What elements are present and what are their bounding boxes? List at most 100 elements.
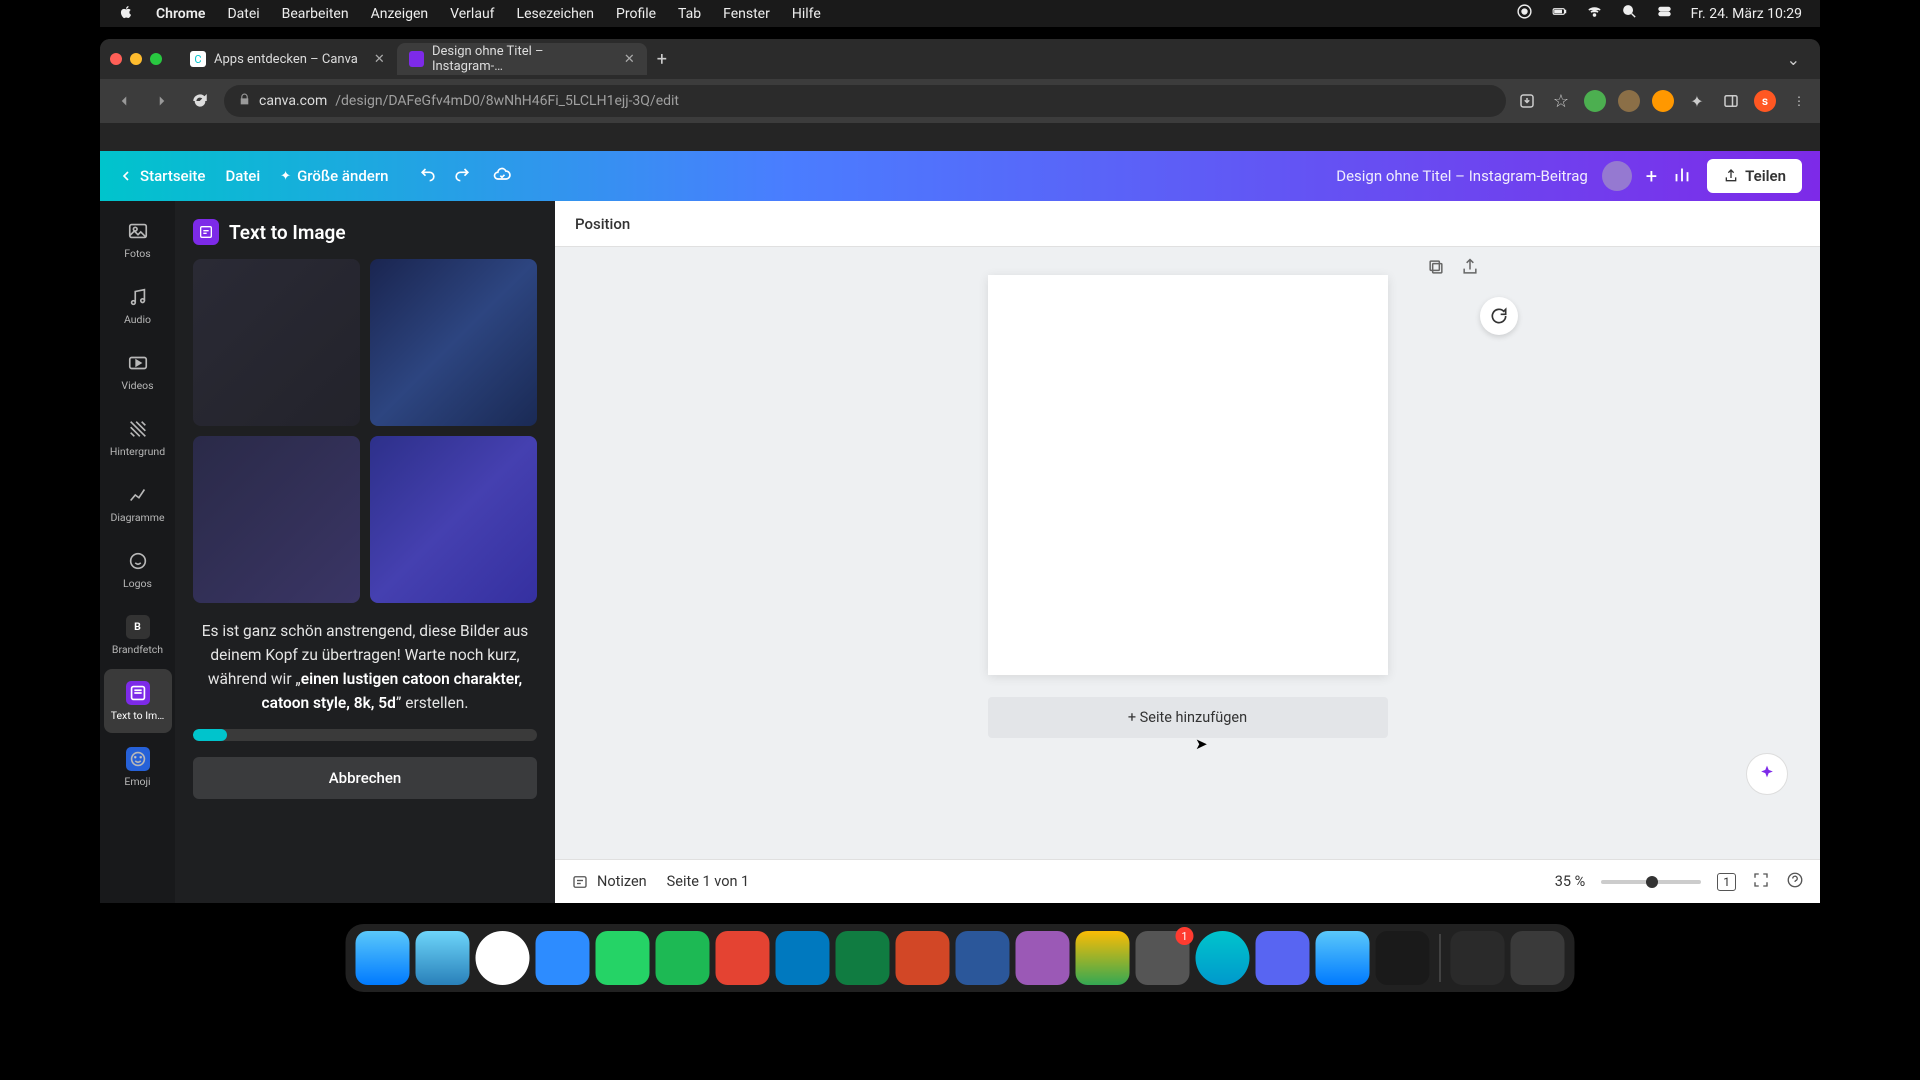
page-indicator[interactable]: Seite 1 von 1 xyxy=(667,873,750,890)
design-title[interactable]: Design ohne Titel – Instagram-Beitrag xyxy=(1336,167,1588,185)
forward-button[interactable] xyxy=(148,87,176,115)
spotlight-icon[interactable] xyxy=(1621,3,1638,24)
generated-image-placeholder[interactable] xyxy=(370,436,537,603)
notes-button[interactable]: Notizen xyxy=(571,873,647,891)
generated-image-placeholder[interactable] xyxy=(193,436,360,603)
resize-button[interactable]: ✦Größe ändern xyxy=(280,167,388,185)
sidepanel-icon[interactable] xyxy=(1720,90,1742,112)
profile-avatar[interactable]: s xyxy=(1754,90,1776,112)
chevron-down-icon[interactable]: ⌄ xyxy=(1777,50,1810,69)
extension-icon[interactable] xyxy=(1618,90,1640,112)
help-button[interactable] xyxy=(1786,871,1804,893)
user-avatar[interactable] xyxy=(1602,161,1632,191)
rail-diagramme[interactable]: Diagramme xyxy=(104,471,172,535)
rail-logos[interactable]: Logos xyxy=(104,537,172,601)
panel-title: Text to Image xyxy=(193,219,537,245)
dock-powerpoint[interactable] xyxy=(896,931,950,985)
back-home-button[interactable]: Startseite xyxy=(118,167,205,185)
url-input[interactable]: canva.com/design/DAFeGfv4mD0/8wNhH46Fi_5… xyxy=(224,85,1506,117)
design-page[interactable] xyxy=(988,275,1388,675)
install-icon[interactable] xyxy=(1516,90,1538,112)
dock-quicktime[interactable] xyxy=(1316,931,1370,985)
generated-image-placeholder[interactable] xyxy=(370,259,537,426)
dock-todoist[interactable] xyxy=(716,931,770,985)
window-controls[interactable] xyxy=(110,53,162,65)
rail-fotos[interactable]: Fotos xyxy=(104,207,172,271)
cancel-button[interactable]: Abbrechen xyxy=(193,757,537,799)
extension-icon[interactable] xyxy=(1652,90,1674,112)
fullscreen-button[interactable] xyxy=(1752,871,1770,893)
menu-profile[interactable]: Profile xyxy=(616,6,656,22)
add-page-button[interactable]: + Seite hinzufügen xyxy=(988,697,1388,738)
rail-videos[interactable]: Videos xyxy=(104,339,172,403)
canvas-viewport[interactable]: + Seite hinzufügen ➤ xyxy=(555,247,1820,859)
dock-trello[interactable] xyxy=(776,931,830,985)
dock-voicememos[interactable] xyxy=(1376,931,1430,985)
share-button[interactable]: Teilen xyxy=(1707,159,1802,193)
duplicate-page-icon[interactable] xyxy=(1426,257,1446,281)
undo-button[interactable] xyxy=(418,164,438,188)
dock-chrome[interactable] xyxy=(476,931,530,985)
dock-finder[interactable] xyxy=(356,931,410,985)
dock-safari[interactable] xyxy=(416,931,470,985)
star-icon[interactable]: ☆ xyxy=(1550,90,1572,112)
dock-folder[interactable] xyxy=(1451,931,1505,985)
kebab-menu-icon[interactable]: ⋮ xyxy=(1788,90,1810,112)
menu-hilfe[interactable]: Hilfe xyxy=(792,6,821,22)
dock-word[interactable] xyxy=(956,931,1010,985)
close-icon[interactable]: ✕ xyxy=(374,52,385,67)
regenerate-button[interactable] xyxy=(1480,297,1518,335)
add-member-button[interactable]: + xyxy=(1646,164,1657,188)
redo-button[interactable] xyxy=(452,164,472,188)
zoom-level[interactable]: 35 % xyxy=(1555,873,1586,890)
recording-icon[interactable] xyxy=(1516,3,1533,24)
analytics-button[interactable] xyxy=(1671,163,1693,189)
dock-trash[interactable] xyxy=(1511,931,1565,985)
menu-tab[interactable]: Tab xyxy=(678,6,701,22)
new-tab-button[interactable]: + xyxy=(647,49,677,70)
rail-brandfetch[interactable]: BBrandfetch xyxy=(104,603,172,667)
generated-image-placeholder[interactable] xyxy=(193,259,360,426)
menu-lesezeichen[interactable]: Lesezeichen xyxy=(517,6,594,22)
battery-icon[interactable] xyxy=(1551,3,1568,24)
rail-text-to-image[interactable]: Text to Im… xyxy=(104,669,172,733)
menu-fenster[interactable]: Fenster xyxy=(723,6,770,22)
file-menu[interactable]: Datei xyxy=(225,167,260,185)
upload-page-icon[interactable] xyxy=(1460,257,1480,281)
apple-icon[interactable] xyxy=(118,4,134,24)
menu-verlauf[interactable]: Verlauf xyxy=(450,6,494,22)
reload-button[interactable] xyxy=(186,87,214,115)
dock-gdrive[interactable] xyxy=(1076,931,1130,985)
rail-hintergrund[interactable]: Hintergrund xyxy=(104,405,172,469)
browser-tab-1[interactable]: C Apps entdecken – Canva ✕ xyxy=(178,43,397,75)
text-to-image-panel: Text to Image Es ist ganz schön anstreng… xyxy=(175,201,555,903)
dock-app[interactable] xyxy=(1196,931,1250,985)
tab-title: Design ohne Titel – Instagram-… xyxy=(432,44,608,74)
page-thumbnail-button[interactable]: 1 xyxy=(1717,873,1736,891)
zoom-slider[interactable] xyxy=(1601,880,1701,884)
back-button[interactable] xyxy=(110,87,138,115)
menu-datei[interactable]: Datei xyxy=(227,6,259,22)
dock-settings[interactable]: 1 xyxy=(1136,931,1190,985)
menu-anzeigen[interactable]: Anzeigen xyxy=(371,6,429,22)
dock-discord[interactable] xyxy=(1256,931,1310,985)
text-to-image-icon xyxy=(193,219,219,245)
rail-emoji[interactable]: Emoji xyxy=(104,735,172,799)
menubar-clock[interactable]: Fr. 24. März 10:29 xyxy=(1691,6,1802,22)
menu-bearbeiten[interactable]: Bearbeiten xyxy=(282,6,349,22)
browser-tab-2[interactable]: Design ohne Titel – Instagram-… ✕ xyxy=(397,43,647,75)
extension-icon[interactable] xyxy=(1584,90,1606,112)
wifi-icon[interactable] xyxy=(1586,3,1603,24)
dock-excel[interactable] xyxy=(836,931,890,985)
control-center-icon[interactable] xyxy=(1656,3,1673,24)
dock-imovie[interactable] xyxy=(1016,931,1070,985)
extensions-puzzle-icon[interactable]: ✦ xyxy=(1686,90,1708,112)
dock-spotify[interactable] xyxy=(656,931,710,985)
dock-zoom[interactable] xyxy=(536,931,590,985)
menubar-app-name[interactable]: Chrome xyxy=(156,6,205,22)
rail-audio[interactable]: Audio xyxy=(104,273,172,337)
close-icon[interactable]: ✕ xyxy=(624,52,635,67)
dock-whatsapp[interactable] xyxy=(596,931,650,985)
position-button[interactable]: Position xyxy=(575,215,630,233)
ai-assistant-fab[interactable] xyxy=(1746,753,1788,795)
